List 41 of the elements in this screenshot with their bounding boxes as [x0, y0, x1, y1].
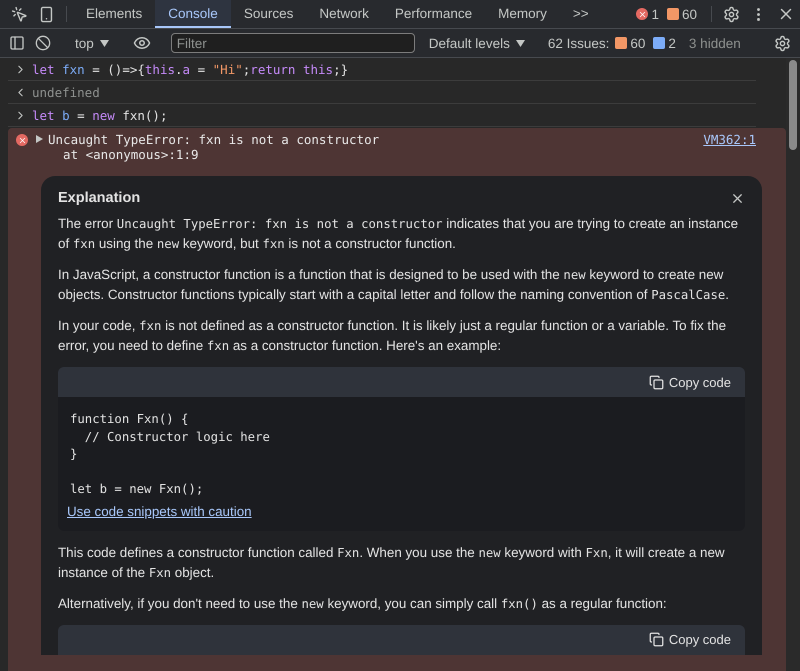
- warning-icon: [666, 8, 679, 20]
- code-snippet: function Fxn() { // Constructor logic here } let b = new Fxn();: [69, 411, 271, 498]
- warning-count[interactable]: 60: [666, 0, 697, 28]
- explanation-paragraph: In your code, fxn is not defined as a constructor function. It is likely just a regular function or a variable. To fix the error, you need to define fxn as a constructor function. Here's an example:: [58, 317, 728, 355]
- warning-icon: [615, 37, 628, 49]
- hidden-count: 3 hidden: [688, 36, 741, 50]
- log-levels-dropdown[interactable]: Default levels: [422, 36, 531, 50]
- context-selector[interactable]: top: [69, 36, 115, 50]
- panel-tab[interactable]: Network: [306, 0, 382, 28]
- explanation-paragraph: In JavaScript, a constructor function is a function that is designed to be used with the new keyword to create new objects. Constructor functions typically start with a capital letter and follow the naming convention of PascalCase.: [58, 266, 730, 304]
- copy-icon: [648, 374, 664, 390]
- command-text: let b = new fxn();: [32, 108, 168, 122]
- copy-icon: [648, 632, 664, 647]
- error-text: Uncaught TypeError: fxn is not a constructor at <anonymous>:1:9: [48, 132, 380, 162]
- issues-warning-count[interactable]: 60: [615, 36, 646, 50]
- caret-icon: [100, 40, 109, 46]
- panel-tab[interactable]: Console: [155, 0, 231, 28]
- issues-info-count[interactable]: 2: [653, 36, 676, 50]
- copy-code-button[interactable]: Copy code: [646, 630, 733, 649]
- more-tabs-button[interactable]: >>: [560, 0, 602, 28]
- explanation-paragraph: Alternatively, if you don't need to use the new keyword, you can simply call fxn() as a regular function:: [58, 594, 668, 613]
- explanation-title: Explanation: [58, 190, 140, 206]
- source-link[interactable]: VM362:1: [703, 132, 756, 162]
- message-icon: [653, 37, 666, 49]
- panel-tab[interactable]: Elements: [73, 0, 156, 28]
- error-icon: [636, 8, 648, 20]
- error-count[interactable]: 1: [636, 0, 659, 28]
- copy-code-button[interactable]: Copy code: [646, 372, 733, 392]
- panel-tab[interactable]: Performance: [382, 0, 486, 28]
- caret-icon: [516, 40, 525, 46]
- panel-tab[interactable]: Sources: [230, 0, 306, 28]
- filter-field[interactable]: Filter: [170, 33, 415, 53]
- command-text: let fxn = ()=>{this.a = "Hi";return this;}: [32, 62, 348, 76]
- explanation-paragraph: The error Uncaught TypeError: fxn is not a constructor indicates that you are trying to create an instance of fxn using the new keyword, but fxn is not a constructor function.: [58, 215, 740, 253]
- error-icon: [16, 134, 28, 146]
- panel-tab[interactable]: Memory: [485, 0, 560, 28]
- explanation-paragraph: This code defines a constructor function called Fxn. When you use the new keyword with Fxn, it will create a new instance of the Fxn object.: [58, 544, 726, 582]
- result-text: undefined: [32, 84, 100, 100]
- issues-label: 62 Issues:: [548, 36, 610, 50]
- caution-link[interactable]: Use code snippets with caution: [67, 504, 252, 518]
- expand-triangle-icon[interactable]: [36, 135, 43, 143]
